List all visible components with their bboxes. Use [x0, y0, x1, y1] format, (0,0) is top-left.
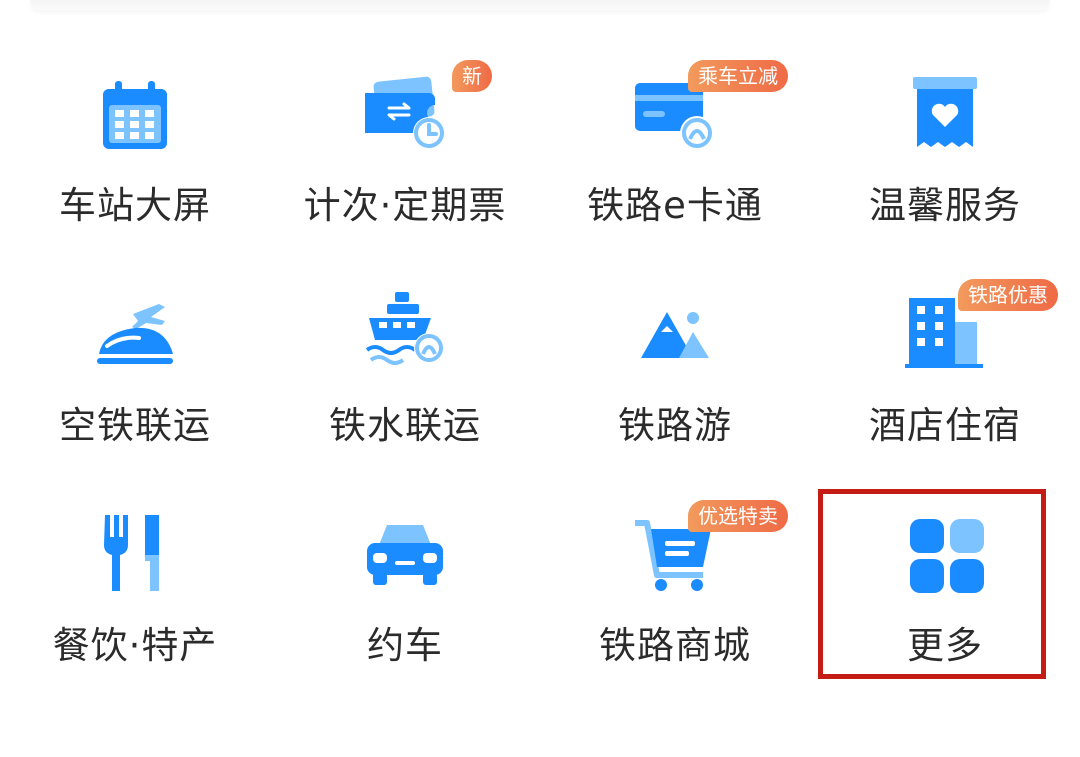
fork-knife-icon [95, 515, 175, 595]
featured-sale-badge: 优选特卖 [688, 500, 788, 532]
ship-rail-icon [365, 292, 445, 372]
grid-item-label: 铁路商城 [599, 624, 751, 667]
new-badge: 新 [452, 60, 492, 92]
plane-train-icon [95, 292, 175, 372]
grid-item-label: 约车 [367, 624, 443, 667]
grid-item-station-screen[interactable]: 车站大屏 [0, 75, 270, 275]
grid-item-label: 铁水联运 [329, 404, 481, 447]
rail-discount-badge: 铁路优惠 [958, 279, 1058, 311]
grid-item-ride-hailing[interactable]: 约车 [270, 515, 540, 715]
grid-item-hotel[interactable]: 酒店住宿 铁路优惠 [810, 279, 1080, 492]
grid-item-label: 温馨服务 [869, 184, 1021, 227]
mountain-icon [635, 292, 715, 372]
grid-item-air-rail[interactable]: 空铁联运 [0, 292, 270, 492]
grid-item-label: 铁路e卡通 [587, 184, 763, 227]
grid-item-rail-water[interactable]: 铁水联运 [270, 292, 540, 492]
calendar-icon [95, 75, 175, 155]
ticket-clock-icon [365, 75, 445, 155]
heart-service-icon [905, 75, 985, 155]
grid-item-dining[interactable]: 餐饮·特产 [0, 515, 270, 715]
grid-item-label: 车站大屏 [59, 184, 211, 227]
grid-item-label: 餐饮·特产 [52, 624, 218, 667]
grid-item-label: 铁路游 [618, 404, 732, 447]
grid-item-rail-mall[interactable]: 铁路商城 优选特卖 [540, 500, 810, 715]
grid-item-rail-tour[interactable]: 铁路游 [540, 292, 810, 492]
car-icon [365, 515, 445, 595]
more-highlight-box [818, 489, 1046, 679]
grid-item-periodic-ticket[interactable]: 计次·定期票 新 [270, 60, 540, 275]
grid-item-label: 计次·定期票 [303, 184, 507, 227]
ride-discount-badge: 乘车立减 [688, 60, 788, 92]
grid-item-rail-ecard[interactable]: 铁路e卡通 乘车立减 [540, 60, 810, 275]
grid-item-label: 空铁联运 [59, 404, 211, 447]
grid-item-label: 酒店住宿 [869, 404, 1021, 447]
grid-item-warm-service[interactable]: 温馨服务 [810, 75, 1080, 275]
